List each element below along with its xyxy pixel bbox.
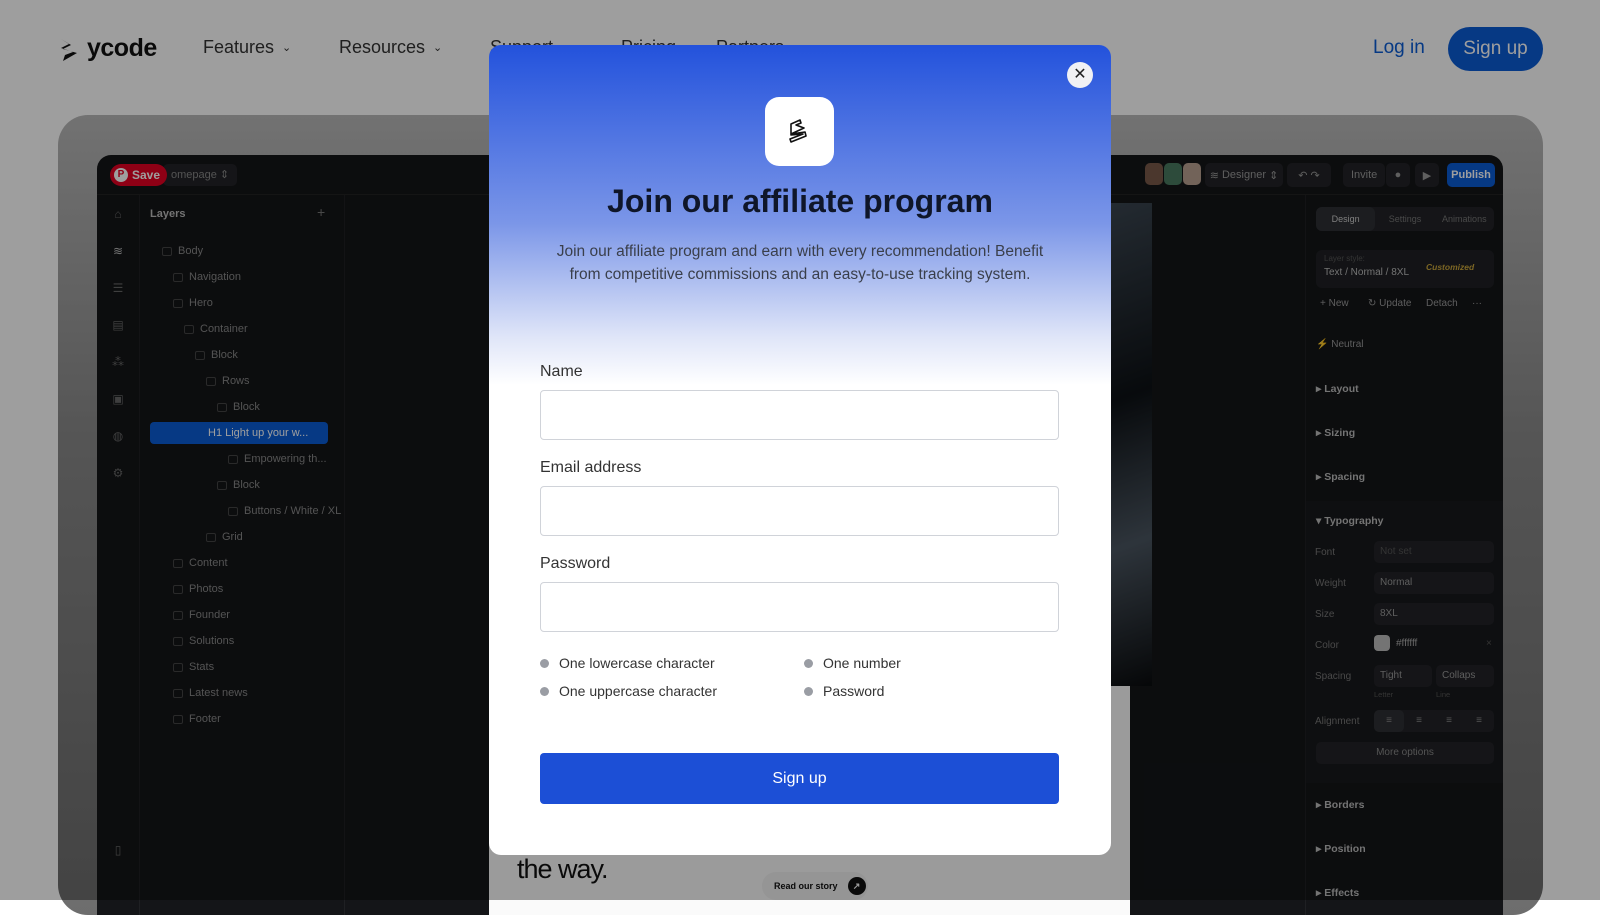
modal-subtitle: Join our affiliate program and earn with… <box>556 243 1044 283</box>
modal-title: Join our affiliate program <box>607 183 993 219</box>
rule-uppercase: One uppercase character <box>540 683 717 699</box>
affiliate-modal: ✕ Join our affiliate program Join our af… <box>489 45 1111 855</box>
status-dot-icon <box>804 658 813 668</box>
name-input[interactable] <box>540 390 1059 440</box>
rule-password-label: Password <box>823 683 885 699</box>
close-icon[interactable]: ✕ <box>1067 62 1093 88</box>
password-input[interactable] <box>540 582 1059 632</box>
status-dot-icon <box>804 686 813 696</box>
email-input[interactable] <box>540 486 1059 536</box>
rule-lowercase-label: One lowercase character <box>559 655 715 671</box>
signup-submit-button[interactable]: Sign up <box>540 753 1059 804</box>
rule-password: Password <box>804 683 884 699</box>
modal-logo <box>765 97 834 166</box>
rule-lowercase: One lowercase character <box>540 655 715 671</box>
status-dot-icon <box>540 658 549 668</box>
rule-number: One number <box>804 655 901 671</box>
ycode-logo-icon <box>788 118 807 143</box>
email-label: Email address <box>540 459 642 476</box>
name-label: Name <box>540 363 583 380</box>
rule-uppercase-label: One uppercase character <box>559 683 717 699</box>
password-label: Password <box>540 555 611 572</box>
rule-number-label: One number <box>823 655 901 671</box>
status-dot-icon <box>540 686 549 696</box>
